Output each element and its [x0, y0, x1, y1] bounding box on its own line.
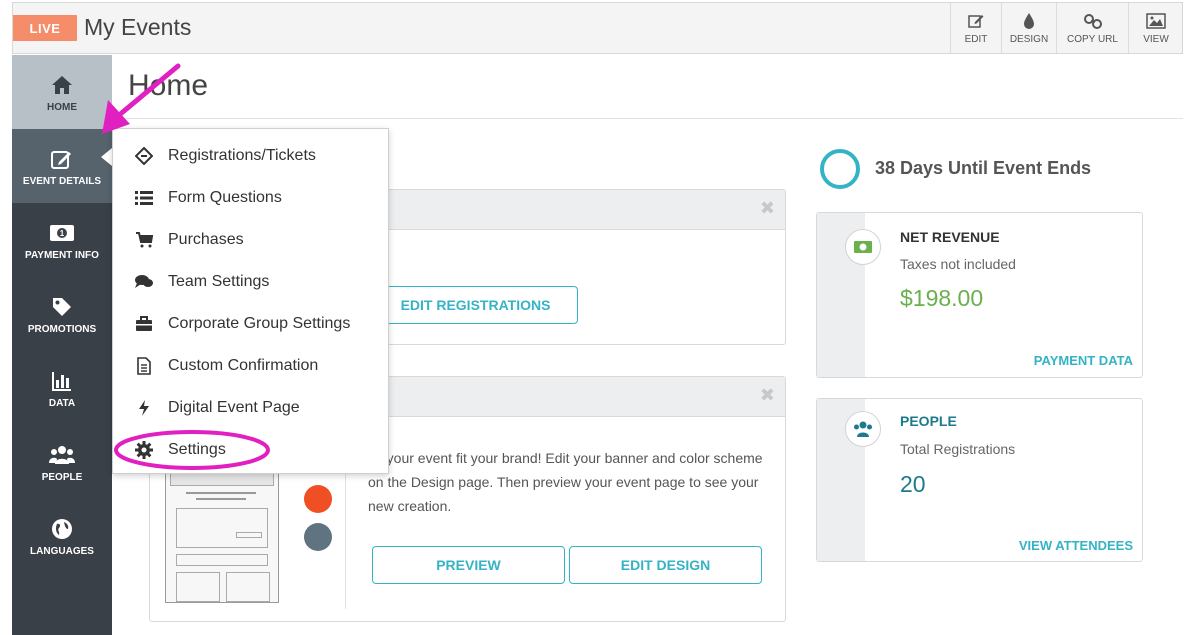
sidebar-item-languages[interactable]: LANGUAGES — [12, 499, 112, 573]
briefcase-icon — [133, 313, 155, 335]
sidebar: HOME EVENT DETAILS 1 PAYMENT INFO PROMOT… — [12, 55, 112, 635]
menu-item-purchases[interactable]: Purchases — [113, 219, 390, 261]
sidebar-item-label: HOME — [47, 101, 77, 113]
edit-icon — [50, 146, 74, 172]
bolt-icon — [133, 397, 155, 419]
link-icon — [1082, 11, 1104, 31]
sidebar-item-people[interactable]: PEOPLE — [12, 425, 112, 499]
menu-item-custom-confirmation[interactable]: Custom Confirmation — [113, 345, 390, 387]
people-icon — [48, 442, 76, 468]
sidebar-item-label: PAYMENT INFO — [25, 249, 99, 261]
bar-chart-icon — [51, 368, 73, 394]
edit-design-button[interactable]: EDIT DESIGN — [569, 546, 762, 584]
menu-item-form-questions[interactable]: Form Questions — [113, 177, 390, 219]
menu-item-digital-event-page[interactable]: Digital Event Page — [113, 387, 390, 429]
people-label: PEOPLE — [900, 413, 957, 429]
menu-item-label: Team Settings — [168, 273, 270, 290]
image-icon — [1146, 11, 1166, 31]
sidebar-item-data[interactable]: DATA — [12, 351, 112, 425]
net-revenue-card: NET REVENUE Taxes not included $198.00 P… — [816, 212, 1143, 378]
design-description: ke your event fit your brand! Edit your … — [368, 450, 763, 514]
copy-url-button[interactable]: COPY URL — [1056, 3, 1128, 53]
edit-icon — [967, 11, 985, 31]
menu-item-label: Purchases — [168, 231, 244, 248]
page-mockup-illustration — [165, 467, 279, 603]
countdown-text: 38 Days Until Event Ends — [875, 158, 1092, 178]
design-button[interactable]: DESIGN — [1001, 3, 1056, 53]
color-swatch-orange — [304, 485, 332, 513]
sidebar-item-event-details[interactable]: EVENT DETAILS — [12, 129, 112, 203]
edit-button[interactable]: EDIT — [950, 3, 1001, 53]
view-attendees-link[interactable]: VIEW ATTENDEES — [1019, 538, 1133, 553]
sidebar-item-label: LANGUAGES — [30, 545, 94, 557]
sidebar-item-label: EVENT DETAILS — [22, 175, 102, 187]
tag-icon — [51, 294, 73, 320]
menu-item-label: Corporate Group Settings — [168, 315, 351, 332]
cart-icon — [133, 229, 155, 251]
sidebar-item-promotions[interactable]: PROMOTIONS — [12, 277, 112, 351]
home-icon — [51, 72, 73, 98]
chat-icon — [133, 271, 155, 293]
money-icon — [845, 229, 881, 265]
menu-item-label: Settings — [168, 441, 226, 458]
page-header: Home — [112, 55, 1183, 119]
document-icon — [133, 355, 155, 377]
people-card: PEOPLE Total Registrations 20 VIEW ATTEN… — [816, 398, 1143, 562]
preview-button[interactable]: PREVIEW — [372, 546, 565, 584]
people-icon — [845, 411, 881, 447]
page-title: Home — [128, 69, 209, 102]
payment-data-link[interactable]: PAYMENT DATA — [1034, 353, 1133, 368]
view-button-label: VIEW — [1143, 34, 1169, 45]
net-revenue-value: $198.00 — [900, 285, 984, 311]
color-swatch-slate — [304, 523, 332, 551]
people-value: 20 — [900, 471, 926, 497]
copy-url-label: COPY URL — [1067, 34, 1118, 45]
sidebar-item-home[interactable]: HOME — [12, 55, 112, 129]
view-button[interactable]: VIEW — [1128, 3, 1183, 53]
edit-button-label: EDIT — [964, 34, 988, 45]
close-icon[interactable]: ✖ — [760, 385, 775, 406]
sidebar-item-payment-info[interactable]: 1 PAYMENT INFO — [12, 203, 112, 277]
menu-item-settings[interactable]: Settings — [113, 429, 390, 471]
countdown-ring-icon — [820, 149, 860, 189]
sidebar-item-label: PEOPLE — [41, 471, 83, 483]
money-icon: 1 — [49, 220, 75, 246]
list-icon — [133, 187, 155, 209]
sidebar-item-label: DATA — [48, 397, 76, 409]
people-sub: Total Registrations — [900, 441, 1016, 457]
dropdown-caret — [101, 148, 112, 166]
ticket-icon — [133, 145, 155, 167]
edit-registrations-button[interactable]: EDIT REGISTRATIONS — [373, 286, 578, 324]
menu-item-registrations-tickets[interactable]: Registrations/Tickets — [113, 135, 390, 177]
menu-item-corporate-group-settings[interactable]: Corporate Group Settings — [113, 303, 390, 345]
drop-icon — [1022, 11, 1036, 31]
close-icon[interactable]: ✖ — [760, 198, 775, 219]
gear-icon — [133, 439, 155, 461]
live-badge: LIVE — [13, 15, 77, 41]
design-button-label: DESIGN — [1009, 34, 1049, 45]
app-title: My Events — [84, 14, 192, 40]
menu-item-label: Custom Confirmation — [168, 357, 319, 374]
net-revenue-sub: Taxes not included — [900, 256, 1016, 272]
menu-item-label: Digital Event Page — [168, 399, 300, 416]
net-revenue-label: NET REVENUE — [900, 229, 1000, 245]
top-bar: LIVE My Events EDIT DESIGN COPY URL VIEW — [12, 2, 1183, 54]
countdown: 38 Days Until Event Ends — [818, 147, 1138, 191]
sidebar-item-label: PROMOTIONS — [27, 323, 97, 335]
menu-item-team-settings[interactable]: Team Settings — [113, 261, 390, 303]
event-details-dropdown: Registrations/Tickets Form Questions Pur… — [112, 128, 389, 474]
globe-icon — [51, 516, 73, 542]
svg-text:1: 1 — [60, 229, 65, 238]
menu-item-label: Registrations/Tickets — [168, 147, 316, 164]
menu-item-label: Form Questions — [168, 189, 282, 206]
